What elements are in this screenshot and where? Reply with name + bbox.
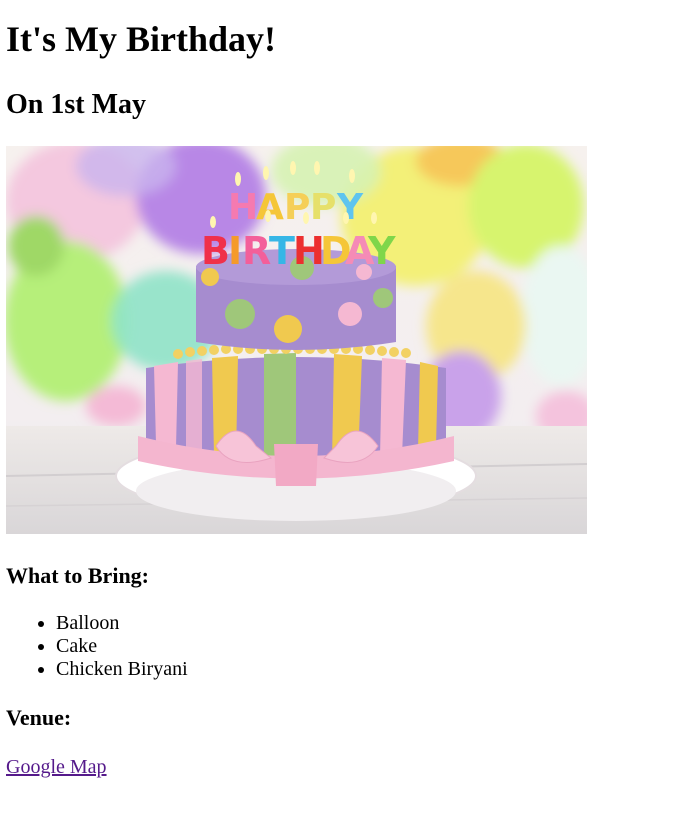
svg-text:P: P [310,187,336,228]
svg-text:I: I [228,229,242,273]
svg-text:Y: Y [336,187,364,228]
bring-list: Balloon Cake Chicken Biryani [6,612,188,681]
what-to-bring-heading: What to Bring: [6,563,149,588]
svg-text:R: R [242,229,271,273]
page-title: It's My Birthday! [6,19,276,59]
list-item: Cake [56,635,188,658]
svg-text:H: H [228,187,258,228]
svg-text:A: A [256,187,284,228]
svg-text:B: B [201,229,230,273]
list-item: Balloon [56,612,188,635]
google-map-link[interactable]: Google Map [6,755,107,779]
venue-heading: Venue: [6,705,72,730]
birthday-cake-image: B I R T H D A Y H A P P Y [6,146,587,534]
list-item: Chicken Biryani [56,658,188,681]
page-subtitle: On 1st May [6,89,146,120]
svg-text:Y: Y [367,229,396,273]
svg-text:T: T [269,229,295,273]
